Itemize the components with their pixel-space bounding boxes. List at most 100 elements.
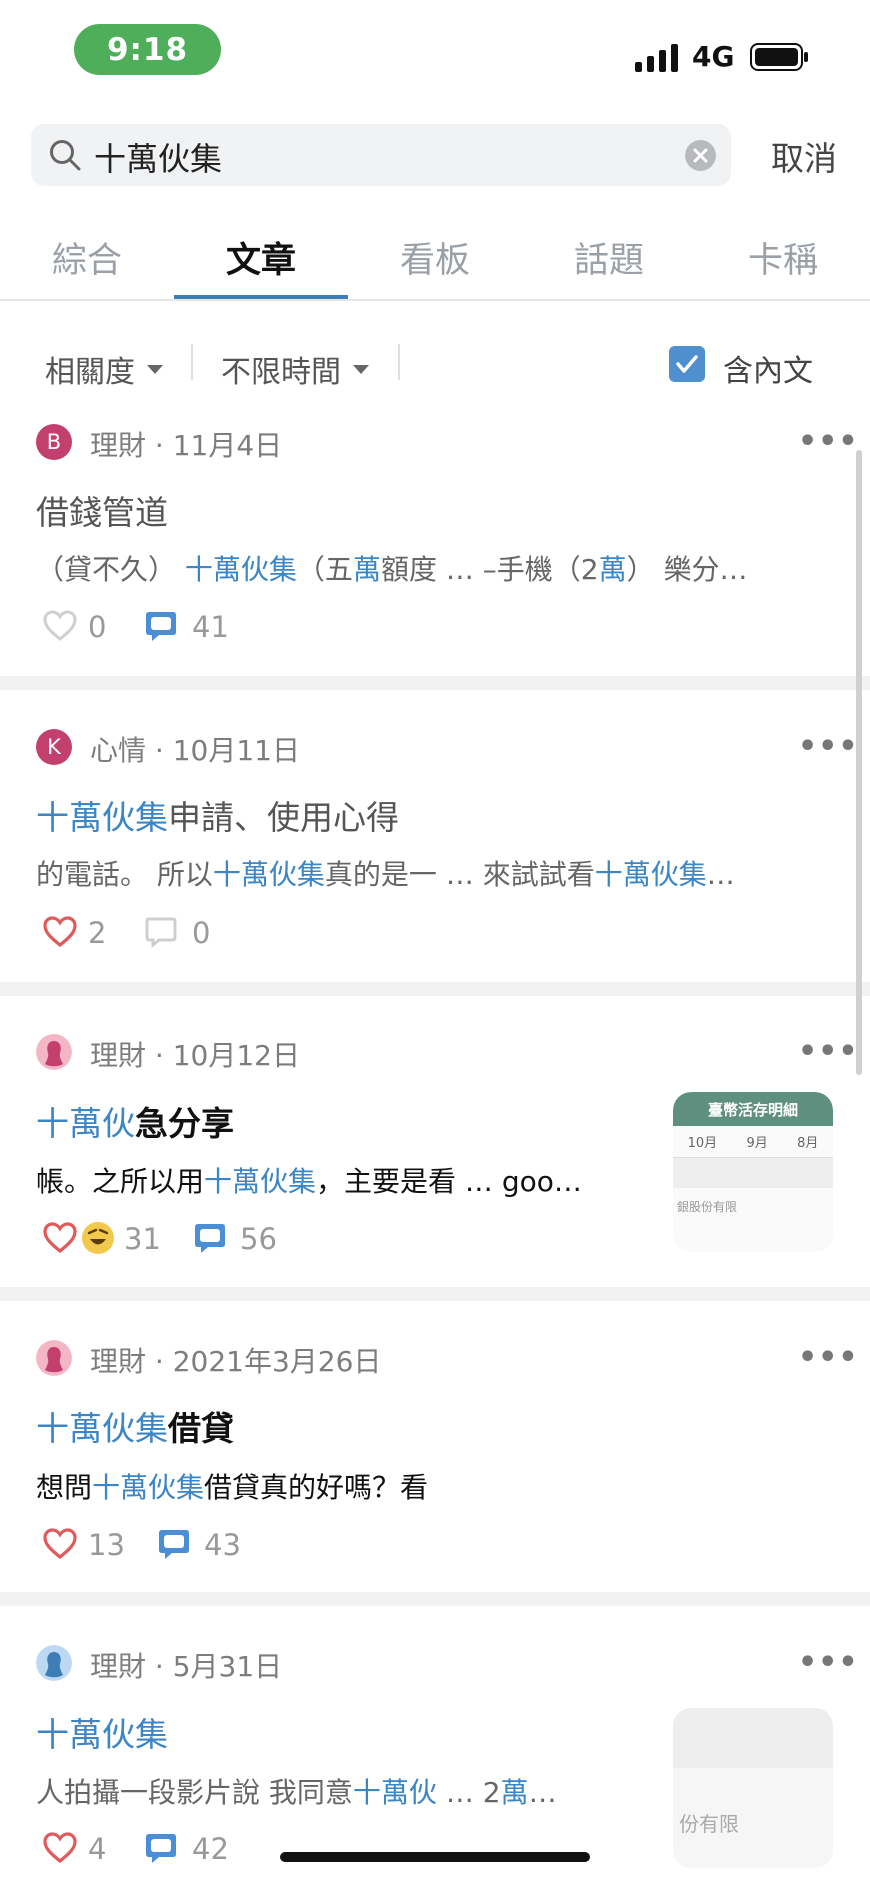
snippet-highlight: 十萬伙集 xyxy=(92,1471,205,1504)
post-separator xyxy=(0,676,870,690)
post-meta: 心情 · 10月11日 xyxy=(90,729,300,769)
tab-articles[interactable]: 文章 xyxy=(226,232,296,283)
post-title[interactable]: 十萬伙集 xyxy=(36,1708,168,1756)
snippet-text: 人拍攝一段影片說 我同意 xyxy=(36,1776,353,1809)
board-name[interactable]: 理財 xyxy=(90,429,146,462)
snippet-highlight: 萬 xyxy=(500,1776,529,1809)
avatar: K xyxy=(36,729,72,765)
post-separator xyxy=(0,982,870,996)
thumbnail-footer: 銀股份有限 xyxy=(677,1200,738,1214)
more-options-icon[interactable]: ••• xyxy=(798,1034,859,1069)
like-outline-icon[interactable] xyxy=(42,1526,78,1562)
post-thumbnail[interactable]: 臺幣活存明細 10月 9月 8月 銀股份有限 xyxy=(673,1092,833,1252)
comment-count: 41 xyxy=(192,610,229,644)
post-title[interactable]: 十萬伙集借貸 xyxy=(36,1402,234,1450)
title-highlight: 十萬伙集 xyxy=(36,1409,168,1448)
like-outline-icon[interactable] xyxy=(42,1830,78,1866)
post-snippet: 的電話。 所以十萬伙集真的是一 … 來試試看十萬伙集… xyxy=(36,853,735,893)
include-body-checkbox[interactable] xyxy=(669,346,705,382)
title-text: 申請、使用心得 xyxy=(168,798,399,837)
post-date: 11月4日 xyxy=(172,429,283,462)
tab-cards[interactable]: 卡稱 xyxy=(748,232,818,283)
snippet-text: 額度 … –手機（2 xyxy=(380,553,599,586)
tab-topics[interactable]: 話題 xyxy=(574,232,644,283)
more-options-icon[interactable]: ••• xyxy=(798,1645,859,1680)
comment-icon[interactable] xyxy=(156,1526,192,1562)
filter-divider xyxy=(398,344,400,380)
avatar xyxy=(36,1340,72,1376)
post-date: 5月31日 xyxy=(172,1650,283,1683)
post-separator xyxy=(0,1592,870,1606)
home-indicator[interactable] xyxy=(280,1852,590,1862)
snippet-text: 想問 xyxy=(36,1471,93,1504)
time-dropdown[interactable]: 不限時間 xyxy=(221,347,369,391)
thumbnail-col: 9月 xyxy=(746,1136,768,1151)
snippet-text: ，主要是看 … goo… xyxy=(316,1165,582,1198)
comment-count: 56 xyxy=(240,1222,277,1256)
tab-boards[interactable]: 看板 xyxy=(400,232,470,283)
title-highlight: 十萬伙 xyxy=(36,1104,135,1143)
search-icon xyxy=(50,140,81,171)
thumbnail-header: 臺幣活存明細 xyxy=(673,1092,833,1126)
thumbnail-columns: 10月 9月 8月 xyxy=(673,1126,833,1158)
sort-dropdown[interactable]: 相關度 xyxy=(45,347,163,391)
tabs-divider xyxy=(0,299,870,301)
snippet-text: 帳。之所以用 xyxy=(36,1165,205,1198)
comment-count: 42 xyxy=(192,1832,229,1866)
sort-label: 相關度 xyxy=(45,355,135,390)
like-count: 31 xyxy=(124,1222,161,1256)
board-name[interactable]: 心情 xyxy=(90,734,146,767)
comment-outline-icon[interactable] xyxy=(143,914,179,950)
more-options-icon[interactable]: ••• xyxy=(798,729,859,764)
like-count: 0 xyxy=(88,610,107,644)
snippet-text: 的電話。 所以 xyxy=(36,858,213,891)
thumbnail-col: 10月 xyxy=(687,1136,718,1151)
clear-search-icon[interactable] xyxy=(685,140,716,171)
status-time: 9:18 xyxy=(74,24,221,75)
title-text: 借貸 xyxy=(168,1409,234,1448)
more-options-icon[interactable]: ••• xyxy=(798,424,859,459)
like-outline-icon[interactable] xyxy=(42,914,78,950)
snippet-highlight: 十萬伙集 xyxy=(204,1165,317,1198)
snippet-highlight: 十萬伙集 xyxy=(594,858,707,891)
snippet-text: （五 xyxy=(296,553,353,586)
title-highlight: 十萬伙集 xyxy=(36,1715,168,1754)
like-count: 4 xyxy=(88,1832,107,1866)
meta-separator: · xyxy=(154,1650,164,1683)
thumbnail-row xyxy=(673,1158,833,1188)
search-input[interactable]: 十萬伙集 xyxy=(94,134,222,180)
board-name[interactable]: 理財 xyxy=(90,1650,146,1683)
tab-general[interactable]: 綜合 xyxy=(52,232,122,283)
laugh-emoji-icon xyxy=(82,1222,114,1254)
post-title[interactable]: 十萬伙集申請、使用心得 xyxy=(36,791,399,839)
comment-icon[interactable] xyxy=(143,608,179,644)
post-meta: 理財 · 11月4日 xyxy=(90,424,282,464)
meta-separator: · xyxy=(154,734,164,767)
board-name[interactable]: 理財 xyxy=(90,1039,146,1072)
like-outline-icon[interactable] xyxy=(42,1220,78,1256)
post-thumbnail[interactable]: 份有限 xyxy=(673,1708,833,1868)
post-snippet: 想問十萬伙集借貸真的好嗎？看 xyxy=(36,1466,428,1506)
avatar xyxy=(36,1034,72,1070)
comment-count: 0 xyxy=(192,916,211,950)
like-outline-icon[interactable] xyxy=(42,608,78,644)
board-name[interactable]: 理財 xyxy=(90,1345,146,1378)
include-body-label[interactable]: 含內文 xyxy=(723,346,813,390)
cancel-button[interactable]: 取消 xyxy=(771,132,837,180)
post-meta: 理財 · 2021年3月26日 xyxy=(90,1340,381,1380)
post-title[interactable]: 借錢管道 xyxy=(36,486,168,534)
meta-separator: · xyxy=(154,1345,164,1378)
title-highlight: 十萬伙集 xyxy=(36,798,168,837)
post-date: 2021年3月26日 xyxy=(172,1345,382,1378)
post-title[interactable]: 十萬伙急分享 xyxy=(36,1097,234,1145)
snippet-highlight: 萬 xyxy=(352,553,381,586)
post-snippet: 帳。之所以用十萬伙集，主要是看 … goo… xyxy=(36,1160,582,1200)
snippet-text: ） 樂分… xyxy=(626,553,748,586)
more-options-icon[interactable]: ••• xyxy=(798,1340,859,1375)
scrollbar[interactable] xyxy=(856,450,862,1075)
comment-icon[interactable] xyxy=(192,1220,228,1256)
comment-icon[interactable] xyxy=(143,1830,179,1866)
like-count: 2 xyxy=(88,916,107,950)
thumbnail-footer: 份有限 xyxy=(679,1812,739,1836)
avatar xyxy=(36,1645,72,1681)
